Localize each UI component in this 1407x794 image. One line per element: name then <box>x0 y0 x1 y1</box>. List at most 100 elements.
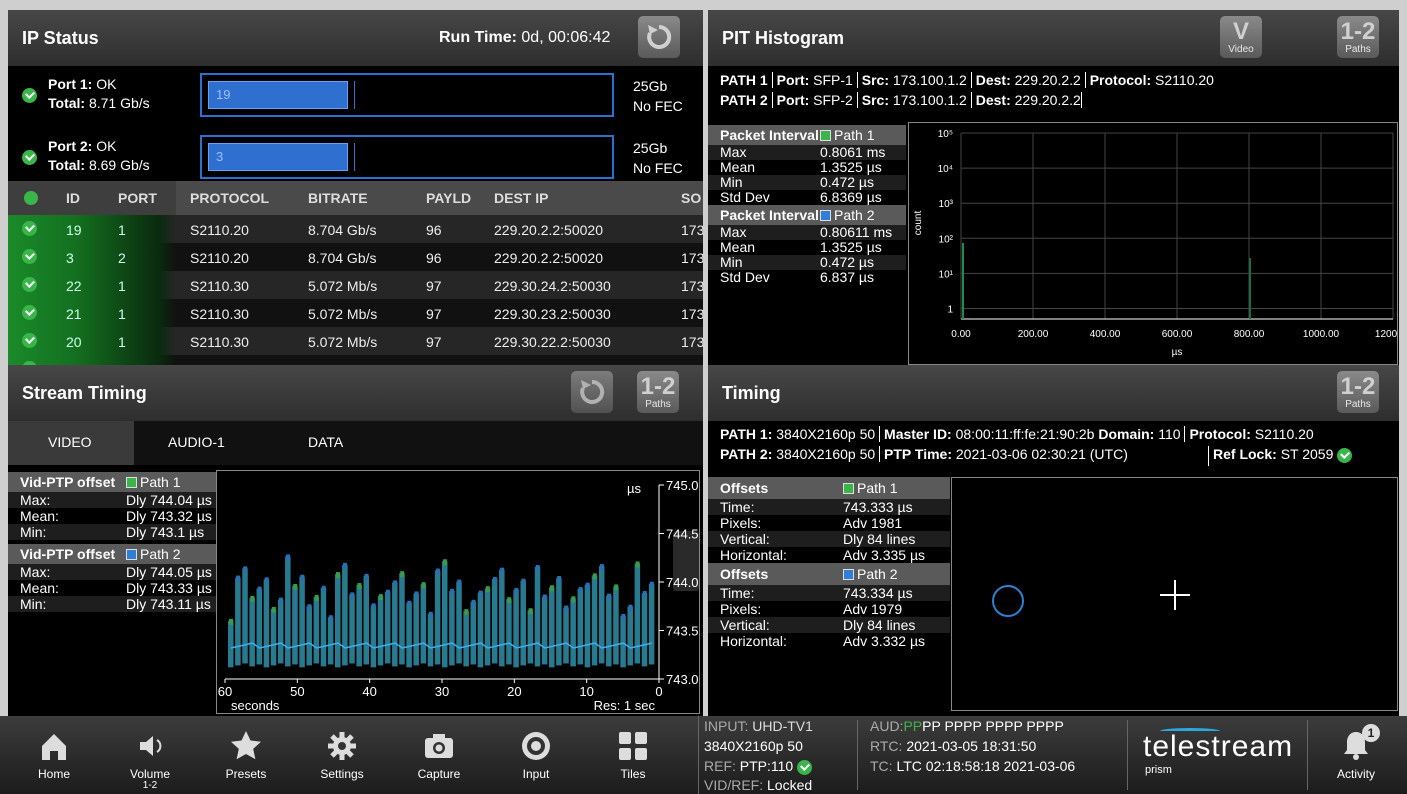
stat-row: Pixels: Adv 1979 <box>708 601 950 617</box>
presets-button[interactable]: Presets <box>206 716 286 794</box>
st-range-bar <box>434 570 441 665</box>
st-max-mark <box>421 582 426 589</box>
telestream-logo: telestream <box>1143 730 1294 763</box>
pit-y-tick: 10² <box>939 234 954 245</box>
st-max-mark <box>393 580 398 587</box>
stream-paths-button[interactable]: 1-2 Paths <box>637 371 679 413</box>
st-max-mark <box>435 568 440 575</box>
reset-button[interactable] <box>638 16 680 58</box>
st-range-bar <box>263 579 270 668</box>
tab-audio-1[interactable]: AUDIO-1 <box>134 421 260 465</box>
st-range-bar <box>270 608 277 666</box>
settings-button[interactable]: Settings <box>302 716 382 794</box>
st-max-mark <box>649 581 654 588</box>
pit-path1-info: PATH 1 Port: SFP-1 Src: 173.100.1.2 Dest… <box>720 72 1214 88</box>
st-range-bar <box>648 583 655 665</box>
st-range-bar <box>556 578 562 666</box>
video-button[interactable]: V Video <box>1220 16 1262 58</box>
table-row[interactable]: 191S2110.305.072 Mb/s97229.30.21.2:50030… <box>8 355 703 365</box>
col-bitrate[interactable]: BITRATE <box>308 190 368 206</box>
tab-video[interactable]: VIDEO <box>8 421 134 465</box>
pit-bin-bar <box>1249 258 1251 319</box>
st-max-mark <box>457 579 462 586</box>
st-range-bar <box>413 593 419 666</box>
st-range-bar <box>442 561 448 668</box>
st-max-mark <box>542 594 547 601</box>
paths-button[interactable]: 1-2 Paths <box>1337 16 1379 58</box>
col-dest-ip[interactable]: DEST IP <box>494 190 548 206</box>
st-max-mark <box>350 592 355 599</box>
stat-row: Time: 743.333 µs <box>708 499 950 515</box>
st-range-bar <box>320 587 327 667</box>
st-range-bar <box>228 620 234 668</box>
st-range-bar <box>384 591 391 664</box>
paths-icon: 1-2 <box>640 372 676 400</box>
col-source[interactable]: SO <box>681 190 701 206</box>
stat-row: Mean 1.3525 µs <box>708 160 906 175</box>
stream-reset-button[interactable] <box>571 371 613 413</box>
capture-button[interactable]: Capture <box>399 716 479 794</box>
col-id[interactable]: ID <box>66 190 80 206</box>
port-ok-icon <box>22 150 37 165</box>
timing-paths-button[interactable]: 1-2 Paths <box>1337 371 1379 413</box>
stat-row: Pixels: Adv 1981 <box>708 515 950 531</box>
st-max-mark <box>364 573 369 580</box>
st-max-mark <box>400 571 405 578</box>
row-ok-icon <box>22 305 37 320</box>
camera-icon <box>425 734 453 758</box>
st-x-tick: 50 <box>290 684 304 699</box>
st-range-bar <box>449 590 455 666</box>
tiles-button[interactable]: Tiles <box>593 716 673 794</box>
st-max-mark <box>314 594 319 601</box>
st-max-mark <box>343 562 348 569</box>
pit-x-tick: 200.00 <box>1018 329 1049 340</box>
input-button[interactable]: Input <box>496 716 576 794</box>
st-x-tick: 30 <box>435 684 449 699</box>
st-max-mark <box>642 591 647 598</box>
pit-y-tick: 1 <box>947 304 953 315</box>
col-payld[interactable]: PAYLD <box>426 190 471 206</box>
volume-button[interactable]: Volume 1-2 <box>110 716 190 794</box>
st-range-bar <box>477 592 484 668</box>
st-range-bar <box>484 588 491 666</box>
stat-row: Max: Dly 744.04 µs <box>8 492 216 508</box>
st-range-bar <box>235 577 241 666</box>
col-protocol[interactable]: PROTOCOL <box>190 190 269 206</box>
st-range-bar <box>392 582 398 667</box>
st-range-bar <box>342 564 348 666</box>
table-row[interactable]: 22 1 S2110.30 5.072 Mb/s 97 229.30.24.2:50030… <box>8 271 703 299</box>
table-row[interactable]: 20 1 S2110.30 5.072 Mb/s 97 229.30.22.2:50030… <box>8 327 703 355</box>
stat-row: Horizontal: Adv 3.335 µs <box>708 547 950 563</box>
st-max-mark <box>300 574 305 581</box>
st-range-bar <box>470 601 477 665</box>
timing-panel: Timing 1-2 Paths PATH 1: 3840X2160p 50 Ma… <box>708 365 1399 716</box>
st-range-bar <box>349 594 355 664</box>
path-color-icon <box>820 130 831 141</box>
st-y-tick: 743.5 <box>666 624 699 639</box>
path-color-icon <box>843 483 854 494</box>
stream-timing-title: Stream Timing <box>22 382 147 403</box>
table-row[interactable]: 21 1 S2110.30 5.072 Mb/s 97 229.30.23.2:50030… <box>8 299 703 327</box>
pit-x-label: µs <box>1172 347 1183 358</box>
table-row[interactable]: 19 1 S2110.20 8.704 Gb/s 96 229.20.2.2:50020 1… <box>8 215 703 243</box>
path-color-icon <box>126 477 137 488</box>
stat-row: Min 0.472 µs <box>708 255 906 270</box>
st-range-bar <box>256 588 263 665</box>
st-max-mark <box>250 595 255 602</box>
st-max-mark <box>443 559 447 566</box>
activity-button[interactable]: Activity 1 <box>1316 716 1396 794</box>
st-max-mark <box>407 600 412 607</box>
row-ok-icon <box>22 333 37 348</box>
rtc-status: RTC: 2021-03-05 18:31:50 <box>870 738 1037 754</box>
tab-data[interactable]: DATA <box>260 421 386 465</box>
st-max-mark <box>264 577 269 584</box>
st-range-bar <box>377 596 384 666</box>
stat-row: Vertical: Dly 84 lines <box>708 531 950 547</box>
ip-status-panel: IP Status Run Time: 0d, 00:06:42 Port 1:… <box>8 10 703 365</box>
table-row[interactable]: 3 2 S2110.20 8.704 Gb/s 96 229.20.2.2:50020 17… <box>8 243 703 271</box>
st-range-bar <box>584 584 591 668</box>
col-port[interactable]: PORT <box>118 190 157 206</box>
st-max-mark <box>336 572 340 579</box>
home-button[interactable]: Home <box>14 716 94 794</box>
st-max-mark <box>578 587 583 594</box>
